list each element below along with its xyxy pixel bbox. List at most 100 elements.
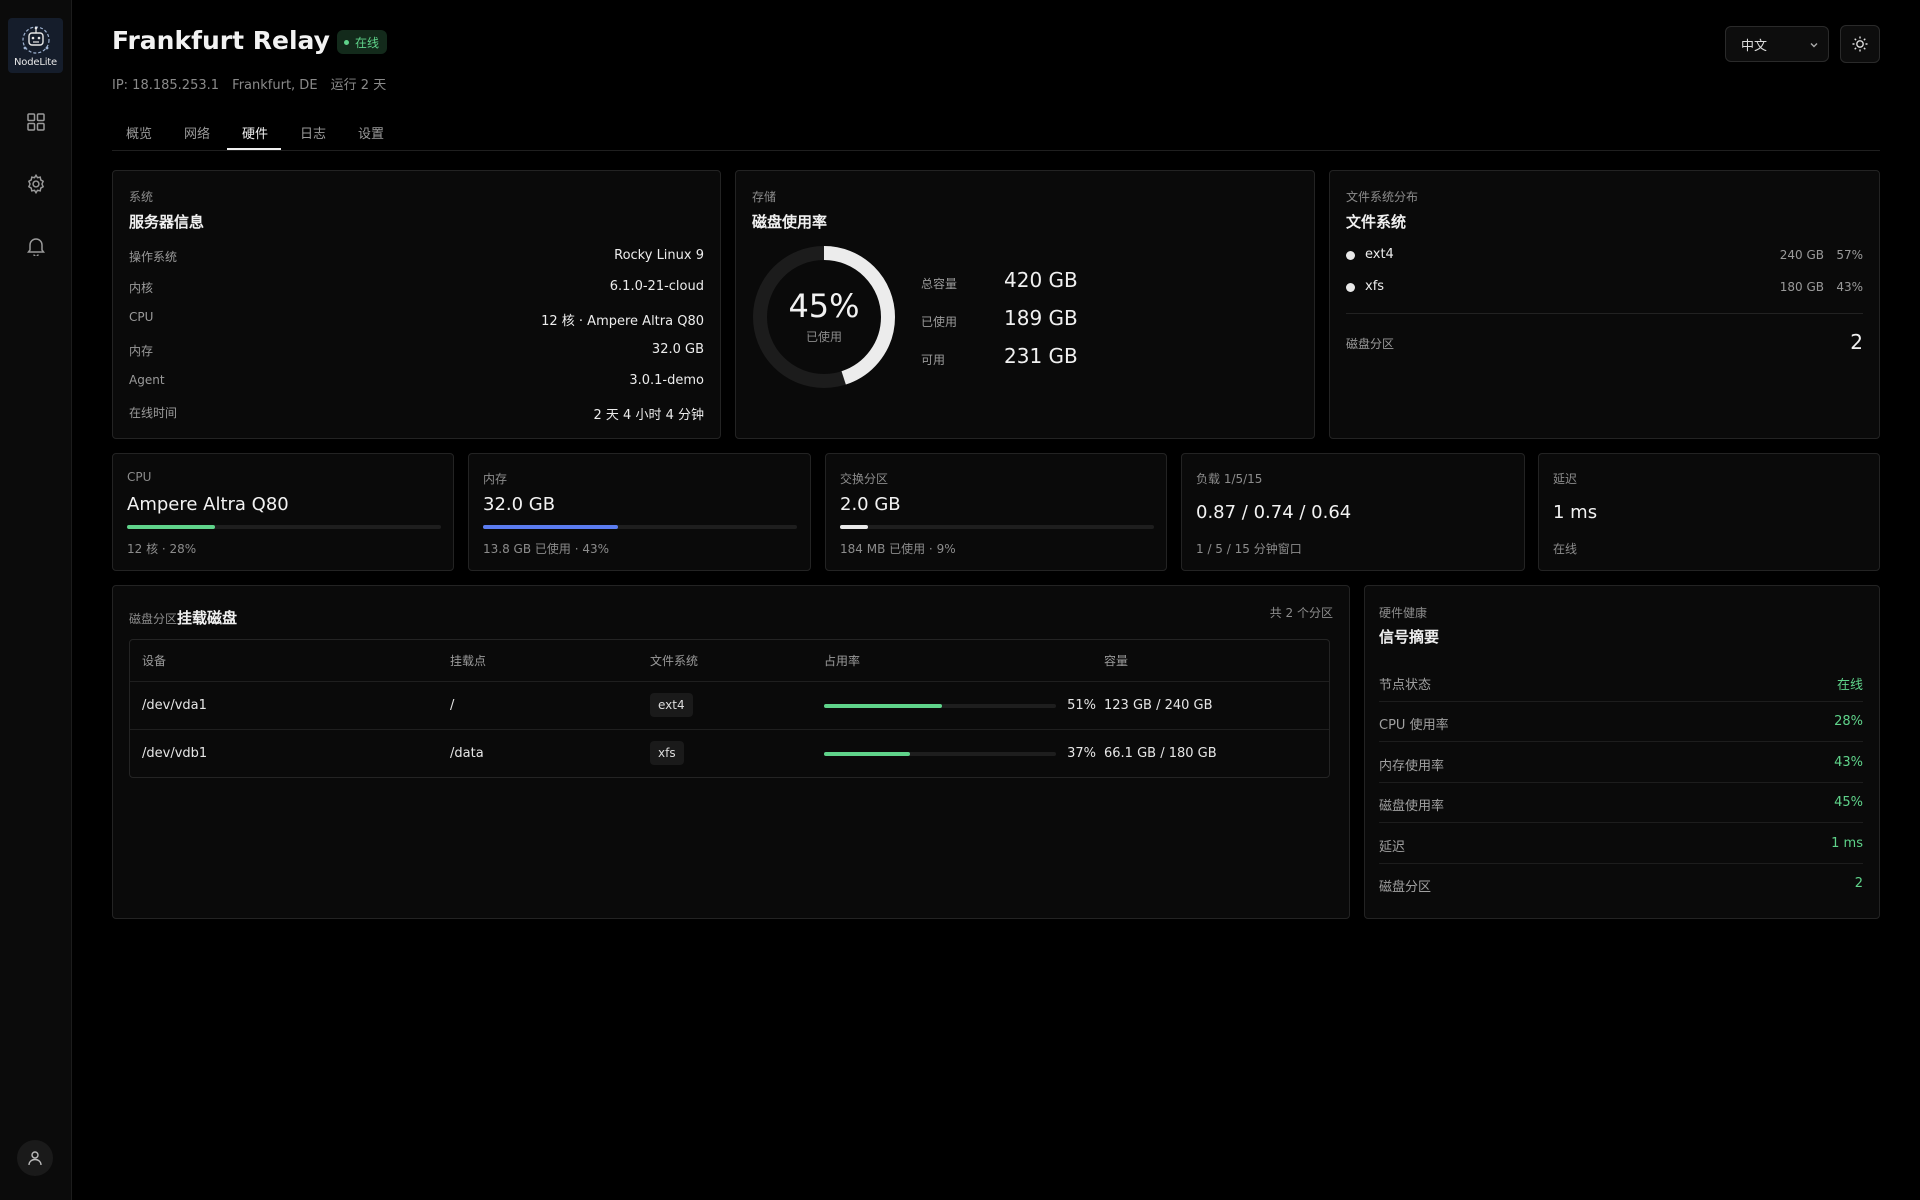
cell-usage: 51% bbox=[1067, 698, 1096, 713]
usage-bar-fill bbox=[824, 704, 943, 708]
info-key: 内存 bbox=[129, 344, 154, 358]
summary-row: 内存使用率 43% bbox=[1379, 743, 1863, 783]
summary-value: 43% bbox=[1834, 755, 1863, 770]
metric-sub: 在线 bbox=[1553, 542, 1578, 556]
metric-label: 延迟 bbox=[1553, 472, 1578, 486]
usage-bar-fill bbox=[824, 752, 910, 756]
card-label: 存储 bbox=[752, 190, 777, 204]
storage-key: 可用 bbox=[921, 353, 946, 367]
fs-percent: 57% bbox=[1836, 248, 1863, 262]
active-tab-indicator bbox=[227, 148, 281, 150]
tab-network[interactable]: 网络 bbox=[184, 123, 210, 142]
fs-name: xfs bbox=[1365, 279, 1385, 294]
card-title: 信号摘要 bbox=[1379, 628, 1440, 646]
cell-mount: /data bbox=[450, 746, 484, 761]
page-title: Frankfurt Relay 03 bbox=[112, 26, 374, 55]
card-label: 文件系统分布 bbox=[1346, 190, 1419, 204]
info-key: CPU bbox=[129, 310, 154, 324]
column-header: 设备 bbox=[142, 654, 167, 668]
card-title: 服务器信息 bbox=[129, 213, 205, 231]
status-text: 在线 bbox=[355, 35, 380, 50]
info-key: Agent bbox=[129, 373, 165, 387]
summary-value: 2 bbox=[1854, 876, 1863, 891]
health-summary-card: 硬件健康 信号摘要 节点状态 在线 CPU 使用率 28% 内存使用率 43% … bbox=[1364, 585, 1880, 919]
disks-heading: 磁盘分区 挂载磁盘 bbox=[129, 607, 237, 628]
fs-size: 240 GB bbox=[1779, 248, 1824, 262]
summary-key: 延迟 bbox=[1379, 840, 1406, 855]
sidebar-item-settings[interactable] bbox=[22, 170, 50, 198]
card-label: 硬件健康 bbox=[1379, 606, 1428, 620]
storage-key: 总容量 bbox=[921, 277, 958, 291]
language-value: 中文 bbox=[1741, 38, 1768, 54]
mounted-disks-card: 磁盘分区 挂载磁盘 共 2 个分区 设备 挂载点 文件系统 占用率 容量 /de… bbox=[112, 585, 1350, 919]
summary-key: 磁盘使用率 bbox=[1379, 799, 1445, 814]
summary-value: 28% bbox=[1834, 714, 1863, 729]
disk-usage-percent: 45% bbox=[788, 287, 860, 325]
info-value: 32.0 GB bbox=[651, 342, 704, 357]
metric-label: 交换分区 bbox=[840, 472, 889, 486]
metric-sub: 12 核 · 28% bbox=[127, 542, 197, 556]
cell-mount: / bbox=[450, 698, 455, 713]
info-value: 6.1.0-21-cloud bbox=[609, 279, 704, 294]
divider bbox=[1346, 313, 1863, 314]
metric-value: 2.0 GB bbox=[840, 494, 901, 515]
node-location: Frankfurt, DE bbox=[232, 78, 318, 93]
info-value: Rocky Linux 9 bbox=[614, 248, 704, 263]
metric-card-latency: 延迟 1 ms 在线 bbox=[1538, 453, 1880, 571]
metric-card-memory: 内存 32.0 GB 13.8 GB 已使用 · 43% bbox=[468, 453, 811, 571]
summary-row: 延迟 1 ms bbox=[1379, 824, 1863, 864]
fs-legend-dot bbox=[1346, 251, 1355, 260]
table-row[interactable]: /dev/vda1 / ext4 51% 123 GB / 240 GB bbox=[130, 681, 1329, 729]
summary-key: CPU 使用率 bbox=[1379, 718, 1449, 733]
tab-settings[interactable]: 设置 bbox=[358, 123, 384, 142]
info-value: 12 核 · Ampere Altra Q80 bbox=[541, 314, 704, 329]
sidebar-item-dashboard[interactable] bbox=[22, 108, 50, 136]
summary-key: 磁盘分区 bbox=[1379, 880, 1432, 895]
disks-table: 设备 挂载点 文件系统 占用率 容量 /dev/vda1 / ext4 51% … bbox=[129, 639, 1330, 778]
sidebar-item-notifications[interactable] bbox=[22, 232, 50, 260]
tab-bar: 概览 网络 硬件 日志 设置 bbox=[112, 118, 1880, 151]
node-meta: IP: 18.185.253.1 Frankfurt, DE 运行 2 天 bbox=[112, 74, 395, 93]
metric-sub: 1 / 5 / 15 分钟窗口 bbox=[1196, 542, 1302, 556]
metric-progress-bar bbox=[483, 525, 797, 529]
user-icon bbox=[28, 1151, 42, 1166]
metric-progress-bar bbox=[840, 525, 1154, 529]
fs-legend-dot bbox=[1346, 283, 1355, 292]
card-title: 挂载磁盘 bbox=[177, 609, 238, 627]
node-ip: IP: 18.185.253.1 bbox=[112, 78, 220, 93]
table-row[interactable]: /dev/vdb1 /data xfs 37% 66.1 GB / 180 GB bbox=[130, 729, 1329, 777]
column-header: 文件系统 bbox=[650, 654, 699, 668]
user-avatar-button[interactable] bbox=[17, 1140, 53, 1176]
storage-key: 已使用 bbox=[921, 315, 958, 329]
cell-device: /dev/vda1 bbox=[142, 698, 207, 713]
summary-row: CPU 使用率 28% bbox=[1379, 702, 1863, 742]
card-title: 文件系统 bbox=[1346, 213, 1407, 231]
fs-name: ext4 bbox=[1365, 247, 1394, 262]
status-dot bbox=[344, 39, 349, 45]
summary-row: 磁盘分区 2 bbox=[1379, 864, 1863, 904]
metric-sub: 184 MB 已使用 · 9% bbox=[840, 542, 956, 556]
metric-progress-fill bbox=[840, 525, 869, 529]
metric-card-cpu: CPU Ampere Altra Q80 12 核 · 28% bbox=[112, 453, 454, 571]
metric-value: 1 ms bbox=[1553, 502, 1598, 523]
tab-overview[interactable]: 概览 bbox=[126, 123, 152, 142]
app-logo[interactable]: NodeLite bbox=[8, 18, 63, 73]
metric-sub: 13.8 GB 已使用 · 43% bbox=[483, 542, 609, 556]
tab-hardware[interactable]: 硬件 bbox=[242, 123, 268, 142]
metric-progress-bar bbox=[127, 525, 441, 529]
bell-icon bbox=[27, 238, 45, 256]
grid-icon bbox=[27, 113, 45, 131]
info-key: 内核 bbox=[129, 281, 154, 295]
theme-toggle-button[interactable] bbox=[1840, 25, 1880, 63]
metric-progress-fill bbox=[127, 525, 215, 529]
partition-count: 共 2 个分区 bbox=[1269, 606, 1333, 620]
summary-row: 磁盘使用率 45% bbox=[1379, 783, 1863, 823]
metric-label: 内存 bbox=[483, 472, 508, 486]
storage-value: 189 GB bbox=[1004, 306, 1078, 330]
tab-logs[interactable]: 日志 bbox=[300, 123, 326, 142]
column-header: 挂载点 bbox=[450, 654, 487, 668]
storage-card: 存储 磁盘使用率 45% 已使用 总容量 420 GB 已使用 189 GB 可… bbox=[735, 170, 1315, 439]
summary-key: 内存使用率 bbox=[1379, 759, 1445, 774]
language-select[interactable]: 中文 bbox=[1725, 26, 1829, 62]
card-label: 磁盘分区 bbox=[129, 612, 178, 626]
